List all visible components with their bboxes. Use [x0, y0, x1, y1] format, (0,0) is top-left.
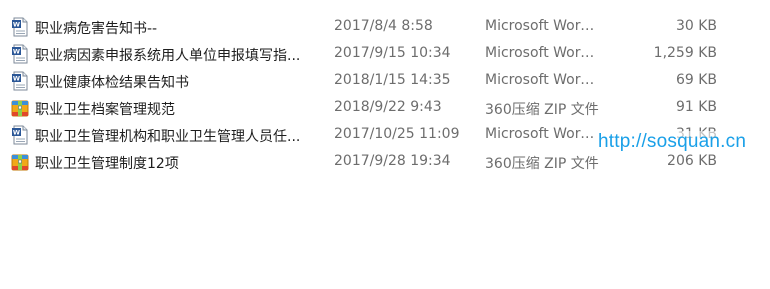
file-type: Microsoft Word ...: [485, 72, 603, 88]
file-row[interactable]: 职业卫生档案管理规范 2018/9/22 9:43 360压缩 ZIP 文件 9…: [0, 95, 770, 122]
file-name: 职业卫生管理机构和职业卫生管理人员任...: [35, 129, 301, 145]
file-name: 职业健康体检结果告知书: [35, 75, 189, 91]
file-size: 69 KB: [675, 72, 717, 88]
file-type: Microsoft Word ...: [485, 126, 603, 142]
file-row[interactable]: W 职业病危害告知书-- 2017/8/4 8:58 Microsoft Wor…: [0, 14, 770, 41]
file-date-modified: 2018/1/15 14:35: [334, 72, 451, 88]
file-type: Microsoft Word ...: [485, 45, 603, 61]
file-row[interactable]: W 职业病因素申报系统用人单位申报填写指... 2017/9/15 10:34 …: [0, 41, 770, 68]
svg-text:W: W: [13, 129, 20, 137]
file-size: 30 KB: [675, 18, 717, 34]
file-type: 360压缩 ZIP 文件: [485, 102, 599, 118]
file-name: 职业卫生档案管理规范: [35, 102, 175, 118]
svg-text:W: W: [13, 75, 20, 83]
file-name: 职业病因素申报系统用人单位申报填写指...: [35, 48, 301, 64]
word-doc-icon: W: [11, 125, 29, 145]
file-type: 360压缩 ZIP 文件: [485, 156, 599, 172]
file-size: 91 KB: [675, 99, 717, 115]
file-name: 职业卫生管理制度12项: [35, 156, 179, 172]
word-doc-icon: W: [11, 44, 29, 64]
word-doc-icon: W: [11, 17, 29, 37]
file-type: Microsoft Word ...: [485, 18, 603, 34]
file-date-modified: 2017/10/25 11:09: [334, 126, 460, 142]
file-date-modified: 2017/8/4 8:58: [334, 18, 433, 34]
watermark-url: http://sosquan.cn: [598, 131, 747, 153]
svg-text:W: W: [13, 48, 20, 56]
zip-archive-icon: [11, 98, 29, 118]
file-date-modified: 2017/9/28 19:34: [334, 153, 451, 169]
file-size: 1,259 KB: [653, 45, 717, 61]
word-doc-icon: W: [11, 71, 29, 91]
file-row[interactable]: 职业卫生管理制度12项 2017/9/28 19:34 360压缩 ZIP 文件…: [0, 149, 770, 176]
zip-archive-icon: [11, 152, 29, 172]
file-row[interactable]: W 职业健康体检结果告知书 2018/1/15 14:35 Microsoft …: [0, 68, 770, 95]
file-date-modified: 2018/9/22 9:43: [334, 99, 442, 115]
file-size: 206 KB: [667, 153, 717, 169]
file-name: 职业病危害告知书--: [35, 21, 158, 37]
file-date-modified: 2017/9/15 10:34: [334, 45, 451, 61]
svg-text:W: W: [13, 21, 20, 29]
